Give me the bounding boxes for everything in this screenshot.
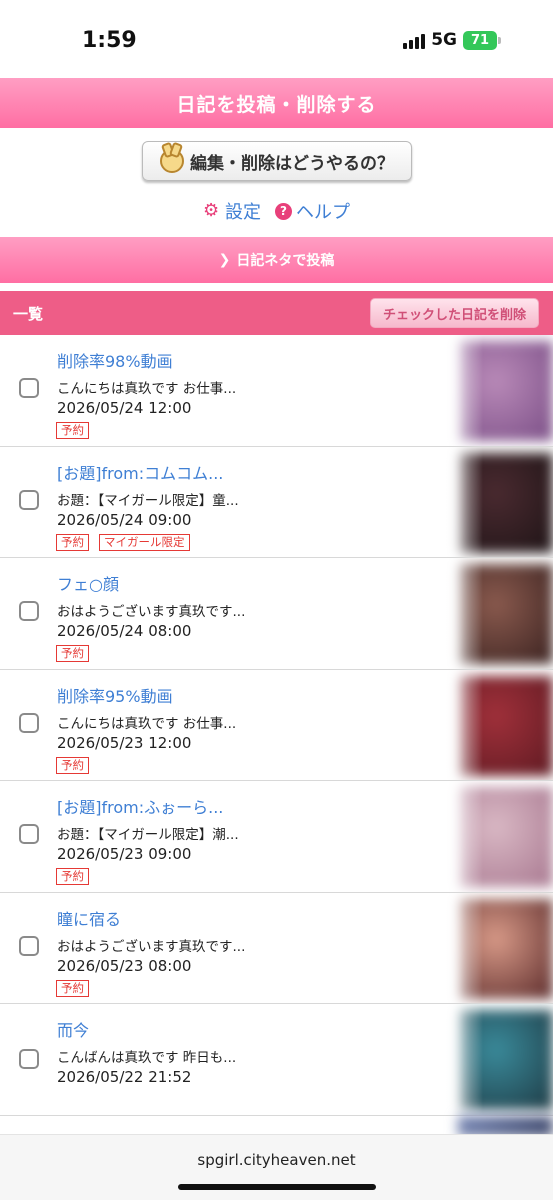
entry-checkbox[interactable] — [19, 378, 39, 398]
howto-button[interactable]: 編集・削除はどうやるの？ — [142, 141, 412, 181]
help-links: ⚙ 設定 ? ヘルプ — [0, 198, 553, 224]
entry-excerpt: おはようございます真玖です... — [57, 938, 246, 955]
list-item[interactable]: フェ○顔 おはようございます真玖です... 2026/05/24 08:00 予… — [0, 558, 553, 670]
question-icon: ? — [275, 202, 292, 220]
url-bar[interactable]: spgirl.cityheaven.net — [0, 1151, 553, 1169]
entry-title[interactable]: 削除率98%動画 — [57, 348, 173, 372]
howto-label: 編集・削除はどうやるの？ — [190, 153, 394, 174]
status-badge: 予約 — [56, 756, 89, 774]
entry-tags: 予約 — [56, 868, 89, 885]
entry-excerpt: おはようございます真玖です... — [57, 604, 246, 620]
entry-date: 2026/05/23 12:00 — [57, 733, 192, 752]
status-badge: 予約 — [56, 979, 89, 997]
entry-tags: 予約 — [56, 756, 89, 774]
entry-title[interactable]: [お題]from:コムコム... — [57, 460, 223, 484]
list-item[interactable]: 而今 こんばんは真玖です 昨日も... 2026/05/22 21:52 — [0, 1004, 553, 1116]
entry-checkbox[interactable] — [19, 489, 39, 510]
network-label: 5G — [431, 30, 457, 50]
help-area: 編集・削除はどうやるの？ ⚙ 設定 ? ヘルプ — [0, 128, 553, 237]
status-badge: マイガール限定 — [99, 533, 190, 551]
entry-checkbox[interactable] — [19, 712, 39, 733]
entry-date: 2026/05/24 08:00 — [57, 622, 192, 640]
help-link[interactable]: ? ヘルプ — [275, 198, 350, 224]
entry-date: 2026/05/23 09:00 — [57, 845, 192, 863]
battery-level: 71 — [463, 30, 497, 50]
status-bar: 1:59 5G 71 — [0, 0, 553, 78]
entry-tags: 予約 — [56, 422, 89, 439]
entry-excerpt: お題：【マイガール限定】潮... — [57, 827, 239, 843]
home-indicator[interactable] — [178, 1184, 376, 1190]
entry-date: 2026/05/23 08:00 — [57, 956, 192, 975]
mascot-icon — [160, 149, 184, 173]
entry-checkbox[interactable] — [19, 1049, 39, 1069]
entry-title[interactable]: 削除率95%動画 — [57, 683, 173, 707]
entry-title[interactable]: 而今 — [57, 1017, 89, 1041]
entry-tags: 予約 — [56, 979, 89, 997]
gear-icon: ⚙ — [203, 200, 220, 221]
entry-tags: 予約 マイガール限定 — [56, 533, 190, 551]
entry-excerpt: お題：【マイガール限定】童... — [57, 492, 239, 509]
list-item[interactable]: 瞳に宿る おはようございます真玖です... 2026/05/23 08:00 予… — [0, 892, 553, 1004]
list-header: 一覧 チェックした日記を削除 — [0, 291, 553, 335]
entry-excerpt: こんにちは真玖です お仕事... — [57, 381, 237, 397]
neta-label: 日記ネタで投稿 — [236, 253, 335, 269]
delete-checked-button[interactable]: チェックした日記を削除 — [369, 298, 539, 328]
entry-excerpt: こんにちは真玖です お仕事... — [57, 715, 237, 732]
list-item[interactable]: [お題]from:ふぉーら... お題：【マイガール限定】潮... 2026/0… — [0, 781, 553, 893]
entry-excerpt: こんばんは真玖です 昨日も... — [57, 1050, 237, 1066]
entry-title[interactable]: フェ○顔 — [57, 571, 119, 595]
signal-icon — [403, 31, 426, 49]
browser-bar: spgirl.cityheaven.net — [0, 1134, 553, 1200]
thumbnail — [458, 1115, 553, 1136]
status-time: 1:59 — [82, 28, 137, 53]
page-title: 日記を投稿・削除する — [0, 78, 553, 128]
settings-link[interactable]: ⚙ 設定 — [203, 198, 261, 224]
entry-checkbox[interactable] — [19, 601, 39, 621]
chevron-right-icon: ❯ — [218, 252, 231, 268]
list-item[interactable]: [お題]from:コムコム... お題：【マイガール限定】童... 2026/0… — [0, 446, 553, 558]
entry-date: 2026/05/24 09:00 — [57, 510, 192, 529]
entry-title[interactable]: 瞳に宿る — [57, 906, 121, 930]
status-indicators: 5G 71 — [403, 30, 501, 50]
entry-checkbox[interactable] — [19, 935, 39, 956]
battery-icon: 71 — [463, 30, 501, 50]
entry-tags: 予約 — [56, 645, 89, 662]
entry-date: 2026/05/24 12:00 — [57, 399, 192, 417]
list-title: 一覧 — [13, 304, 44, 323]
status-badge: 予約 — [56, 645, 89, 662]
settings-label: 設定 — [225, 202, 261, 223]
entry-date: 2026/05/22 21:52 — [57, 1068, 192, 1086]
status-badge: 予約 — [56, 533, 89, 551]
status-badge: 予約 — [56, 868, 89, 885]
entry-title[interactable]: [お題]from:ふぉーら... — [57, 794, 223, 818]
diary-list: 削除率98%動画 こんにちは真玖です お仕事... 2026/05/24 12:… — [0, 335, 553, 1116]
status-badge: 予約 — [56, 422, 89, 439]
help-label: ヘルプ — [296, 202, 350, 223]
neta-post-button[interactable]: ❯ 日記ネタで投稿 — [0, 237, 553, 283]
list-item[interactable]: 削除率98%動画 こんにちは真玖です お仕事... 2026/05/24 12:… — [0, 335, 553, 447]
list-item[interactable]: 削除率95%動画 こんにちは真玖です お仕事... 2026/05/23 12:… — [0, 669, 553, 781]
entry-checkbox[interactable] — [19, 824, 39, 844]
